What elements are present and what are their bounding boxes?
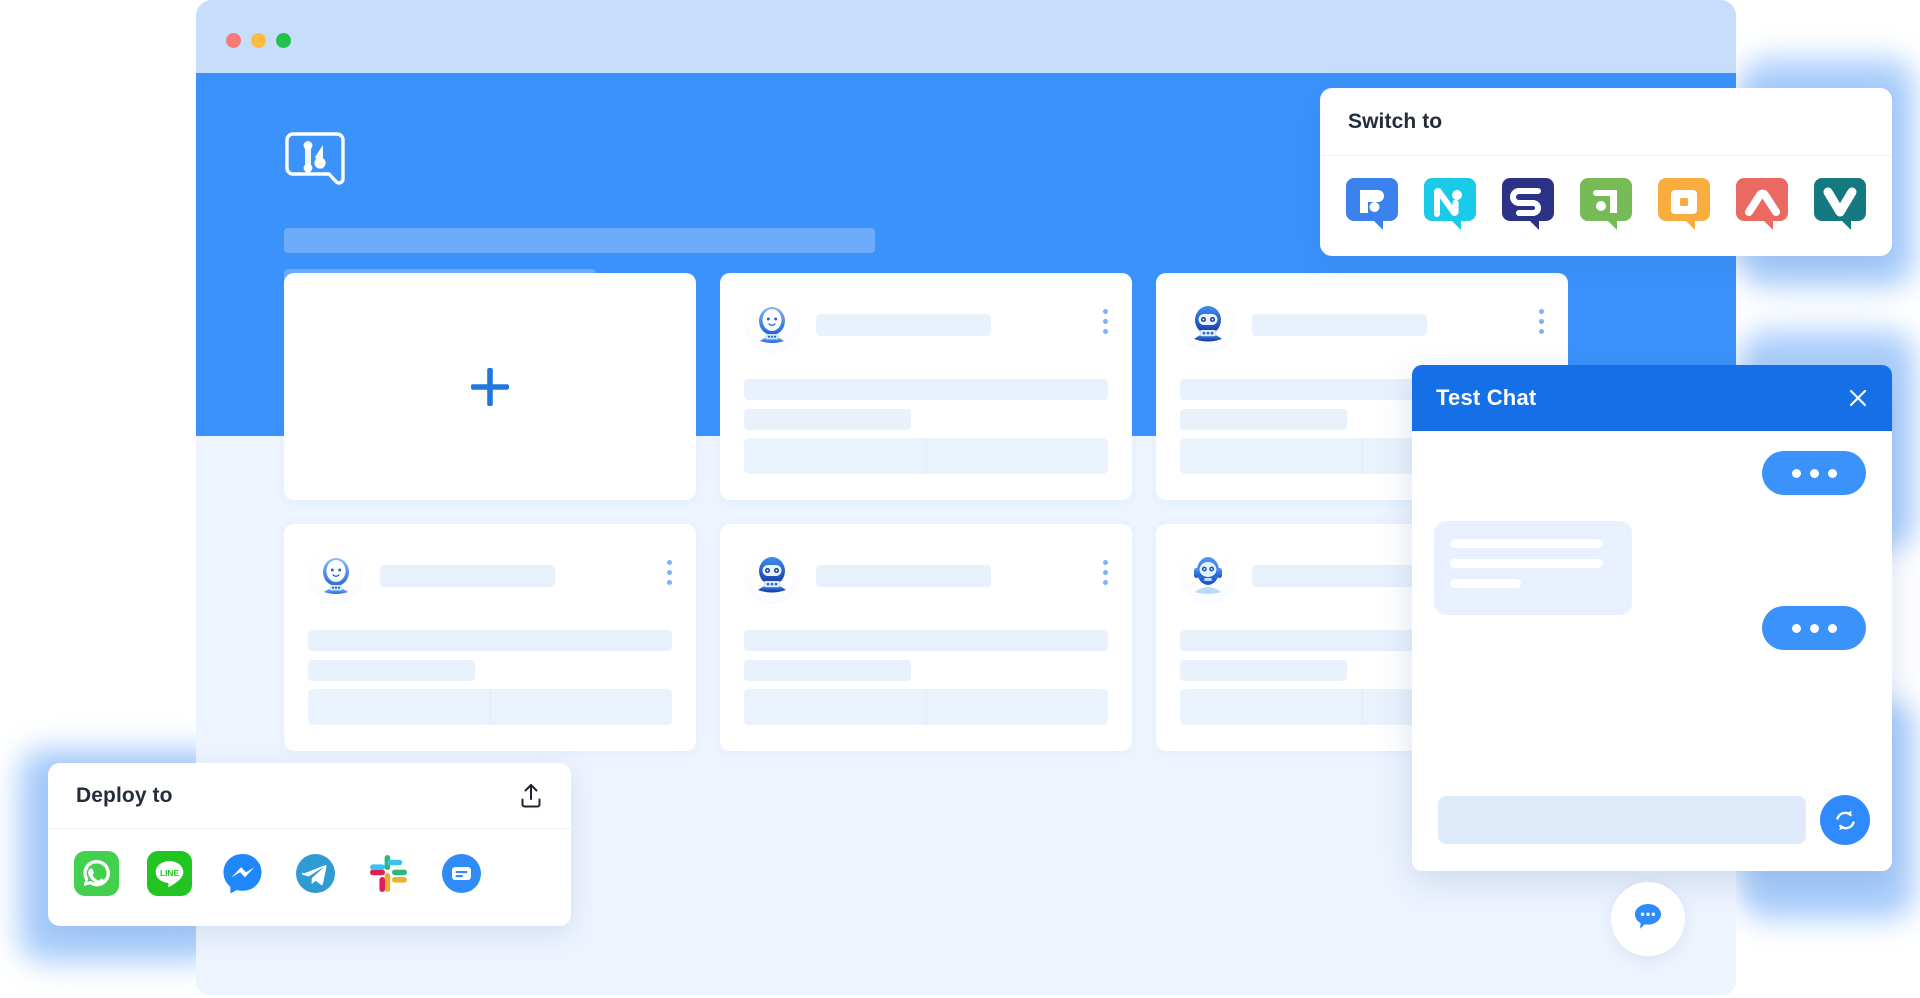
bot-name-placeholder (816, 314, 991, 336)
deploy-to-panel: Deploy to LINE (48, 763, 571, 926)
footer-cell (925, 438, 1109, 474)
body-line (744, 379, 1108, 400)
test-chat-input-row (1438, 795, 1870, 845)
test-chat-body (1412, 431, 1892, 871)
body-line (744, 660, 912, 681)
platform-orange-icon[interactable] (1658, 178, 1710, 230)
messenger-icon[interactable] (220, 851, 265, 896)
message-line (1450, 559, 1603, 568)
switch-panel-title: Switch to (1348, 109, 1443, 133)
kebab-menu-icon[interactable] (1103, 309, 1108, 334)
bot-card-footer (744, 689, 1108, 725)
body-line (308, 660, 476, 681)
close-window-icon[interactable] (226, 33, 241, 48)
test-chat-title: Test Chat (1436, 385, 1537, 410)
message-line (1450, 579, 1522, 588)
close-icon[interactable] (1848, 388, 1868, 408)
chatbot-speech-logo-icon (284, 131, 346, 193)
bot-card-footer (308, 689, 672, 725)
test-chat-header: Test Chat (1412, 365, 1892, 431)
switch-to-panel: Switch to (1320, 88, 1892, 256)
whatsapp-icon[interactable] (74, 851, 119, 896)
traffic-light-controls[interactable] (226, 33, 291, 48)
bot-name-placeholder (816, 565, 991, 587)
screenshot-root: Switch to Test Chat Deploy to LINE (0, 0, 1920, 998)
bot-avatar-visor-icon (744, 548, 800, 604)
minimize-window-icon[interactable] (251, 33, 266, 48)
bot-card-footer (744, 438, 1108, 474)
share-upload-icon[interactable] (519, 783, 543, 809)
bot-card-body (744, 630, 1108, 681)
user-typing-bubble (1762, 606, 1866, 650)
maximize-window-icon[interactable] (276, 33, 291, 48)
kebab-menu-icon[interactable] (1539, 309, 1544, 334)
bot-avatar-visor-icon (1180, 297, 1236, 353)
line-icon[interactable]: LINE (147, 851, 192, 896)
platform-blue-icon[interactable] (1346, 178, 1398, 230)
footer-cell (489, 689, 673, 725)
bot-card[interactable] (720, 273, 1132, 500)
platform-teal-icon[interactable] (1814, 178, 1866, 230)
refresh-icon[interactable] (1820, 795, 1870, 845)
deploy-panel-header: Deploy to (48, 763, 571, 829)
webchat-icon[interactable] (439, 851, 484, 896)
footer-cell (1180, 689, 1362, 725)
bot-card[interactable] (284, 524, 696, 751)
test-chat-panel: Test Chat (1412, 365, 1892, 871)
bot-card-header (744, 297, 1108, 353)
svg-text:LINE: LINE (160, 868, 179, 878)
bot-message-bubble (1434, 521, 1632, 615)
hero-title-placeholder (284, 228, 875, 253)
chat-message-input[interactable] (1438, 796, 1806, 844)
bot-card-header (744, 548, 1108, 604)
body-line (744, 409, 912, 430)
user-typing-bubble (1762, 451, 1866, 495)
chat-bubble-icon (1631, 900, 1665, 939)
bot-name-placeholder (1252, 314, 1427, 336)
body-line (1180, 409, 1348, 430)
bot-card-header (308, 548, 672, 604)
slack-icon[interactable] (366, 851, 411, 896)
bot-card[interactable] (720, 524, 1132, 751)
add-bot-card[interactable] (284, 273, 696, 500)
deploy-panel-title: Deploy to (76, 783, 173, 807)
bot-name-placeholder (1252, 565, 1427, 587)
footer-cell (744, 689, 926, 725)
plus-icon (469, 366, 511, 408)
body-line (308, 630, 672, 651)
body-line (1180, 660, 1348, 681)
kebab-menu-icon[interactable] (1103, 560, 1108, 585)
switch-panel-header: Switch to (1320, 88, 1892, 156)
kebab-menu-icon[interactable] (667, 560, 672, 585)
bot-avatar-smiley-icon (308, 548, 364, 604)
message-line (1450, 539, 1603, 548)
deploy-panel-channels: LINE (48, 829, 571, 926)
footer-cell (925, 689, 1109, 725)
footer-cell (744, 438, 926, 474)
telegram-icon[interactable] (293, 851, 338, 896)
bot-name-placeholder (380, 565, 555, 587)
bot-avatar-classic-icon (744, 297, 800, 353)
window-titlebar (196, 0, 1736, 73)
bot-card-header (1180, 297, 1544, 353)
footer-cell (308, 689, 490, 725)
bot-card-body (308, 630, 672, 681)
switch-panel-logos (1320, 156, 1892, 256)
bot-card-body (744, 379, 1108, 430)
chat-fab-button[interactable] (1611, 882, 1685, 956)
platform-red-icon[interactable] (1736, 178, 1788, 230)
body-line (744, 630, 1108, 651)
platform-cyan-icon[interactable] (1424, 178, 1476, 230)
bot-avatar-headset-icon (1180, 548, 1236, 604)
platform-green-icon[interactable] (1580, 178, 1632, 230)
platform-navy-icon[interactable] (1502, 178, 1554, 230)
footer-cell (1180, 438, 1362, 474)
